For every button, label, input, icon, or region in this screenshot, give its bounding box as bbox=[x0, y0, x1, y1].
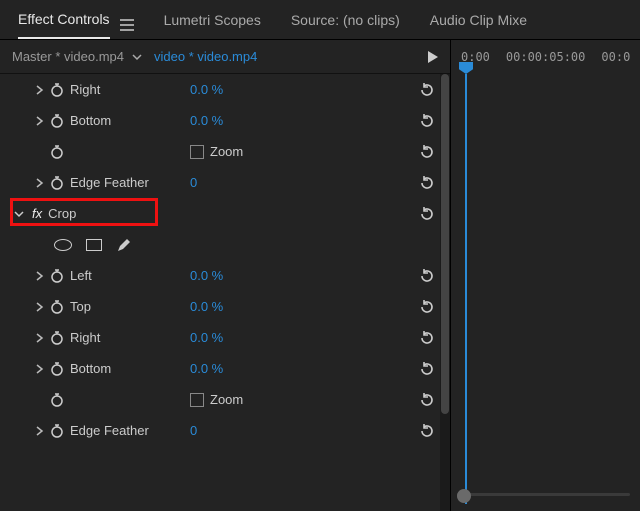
timecode: 00:0 bbox=[601, 50, 630, 64]
reset-icon[interactable] bbox=[418, 143, 436, 161]
stopwatch-icon[interactable] bbox=[48, 113, 66, 129]
prop-label: Right bbox=[70, 330, 190, 345]
reset-icon[interactable] bbox=[418, 391, 436, 409]
stopwatch-icon[interactable] bbox=[48, 144, 66, 160]
stopwatch-icon[interactable] bbox=[48, 361, 66, 377]
prop-row-right: Right 0.0 % bbox=[0, 74, 450, 105]
chevron-right-icon[interactable] bbox=[36, 426, 48, 436]
prop-label: Zoom bbox=[210, 392, 243, 407]
property-list: Right 0.0 % Bottom 0.0 % bbox=[0, 74, 450, 446]
chevron-right-icon[interactable] bbox=[36, 302, 48, 312]
timecode: 0:00 bbox=[461, 50, 490, 64]
prop-label: Bottom bbox=[70, 113, 190, 128]
clip-header: Master * video.mp4 video * video.mp4 bbox=[0, 40, 450, 74]
panel-menu-icon[interactable] bbox=[120, 9, 134, 31]
prop-row-crop-edge-feather: Edge Feather 0 bbox=[0, 415, 450, 446]
pen-mask-icon[interactable] bbox=[116, 237, 132, 253]
zoom-checkbox[interactable] bbox=[190, 145, 204, 159]
scrollbar-thumb[interactable] bbox=[457, 489, 471, 503]
stopwatch-icon[interactable] bbox=[48, 423, 66, 439]
prop-value[interactable]: 0.0 % bbox=[190, 330, 223, 345]
chevron-down-icon[interactable] bbox=[132, 52, 142, 62]
prop-value[interactable]: 0.0 % bbox=[190, 268, 223, 283]
prop-label: Edge Feather bbox=[70, 175, 190, 190]
zoom-checkbox[interactable] bbox=[190, 393, 204, 407]
master-clip-name: Master * video.mp4 bbox=[12, 49, 124, 64]
keyframe-timeline[interactable]: 0:00 00:00:05:00 00:0 bbox=[450, 40, 640, 511]
prop-row-edge-feather: Edge Feather 0 bbox=[0, 167, 450, 198]
effect-header-crop[interactable]: fx Crop bbox=[0, 198, 450, 229]
reset-icon[interactable] bbox=[418, 422, 436, 440]
chevron-right-icon[interactable] bbox=[36, 85, 48, 95]
reset-icon[interactable] bbox=[418, 205, 436, 223]
prop-row-crop-top: Top 0.0 % bbox=[0, 291, 450, 322]
prop-value[interactable]: 0.0 % bbox=[190, 299, 223, 314]
prop-row-bottom: Bottom 0.0 % bbox=[0, 105, 450, 136]
prop-value[interactable]: 0 bbox=[190, 175, 197, 190]
ellipse-mask-icon[interactable] bbox=[54, 239, 72, 251]
time-ruler[interactable]: 0:00 00:00:05:00 00:0 bbox=[451, 40, 640, 74]
scrollbar-thumb[interactable] bbox=[441, 74, 449, 414]
chevron-right-icon[interactable] bbox=[36, 116, 48, 126]
reset-icon[interactable] bbox=[418, 267, 436, 285]
prop-value[interactable]: 0.0 % bbox=[190, 82, 223, 97]
playhead-line[interactable] bbox=[465, 74, 467, 504]
prop-label: Top bbox=[70, 299, 190, 314]
prop-row-zoom: Zoom bbox=[0, 136, 450, 167]
panel-scrollbar-vertical[interactable] bbox=[440, 74, 450, 511]
play-icon[interactable] bbox=[428, 51, 438, 63]
prop-row-crop-bottom: Bottom 0.0 % bbox=[0, 353, 450, 384]
prop-label: Left bbox=[70, 268, 190, 283]
chevron-right-icon[interactable] bbox=[36, 271, 48, 281]
prop-label: Edge Feather bbox=[70, 423, 190, 438]
tab-source[interactable]: Source: (no clips) bbox=[291, 2, 400, 38]
reset-icon[interactable] bbox=[418, 298, 436, 316]
mask-tools-row bbox=[0, 229, 450, 260]
effect-title: Crop bbox=[48, 206, 76, 221]
tab-effect-controls[interactable]: Effect Controls bbox=[18, 1, 110, 39]
prop-label: Zoom bbox=[210, 144, 243, 159]
stopwatch-icon[interactable] bbox=[48, 82, 66, 98]
prop-value[interactable]: 0 bbox=[190, 423, 197, 438]
prop-value[interactable]: 0.0 % bbox=[190, 113, 223, 128]
reset-icon[interactable] bbox=[418, 360, 436, 378]
effect-controls-panel: Master * video.mp4 video * video.mp4 Rig… bbox=[0, 40, 450, 511]
tab-audio-clip-mixer[interactable]: Audio Clip Mixe bbox=[430, 2, 527, 38]
stopwatch-icon[interactable] bbox=[48, 268, 66, 284]
stopwatch-icon[interactable] bbox=[48, 392, 66, 408]
prop-row-crop-right: Right 0.0 % bbox=[0, 322, 450, 353]
prop-row-crop-left: Left 0.0 % bbox=[0, 260, 450, 291]
sequence-clip-name[interactable]: video * video.mp4 bbox=[154, 49, 257, 64]
prop-label: Bottom bbox=[70, 361, 190, 376]
reset-icon[interactable] bbox=[418, 329, 436, 347]
panel-tabbar: Effect Controls Lumetri Scopes Source: (… bbox=[0, 0, 640, 40]
prop-row-crop-zoom: Zoom bbox=[0, 384, 450, 415]
fx-badge-icon[interactable]: fx bbox=[32, 206, 42, 221]
stopwatch-icon[interactable] bbox=[48, 330, 66, 346]
tab-lumetri-scopes[interactable]: Lumetri Scopes bbox=[164, 2, 261, 38]
prop-label: Right bbox=[70, 82, 190, 97]
chevron-down-icon[interactable] bbox=[14, 209, 26, 219]
reset-icon[interactable] bbox=[418, 174, 436, 192]
chevron-right-icon[interactable] bbox=[36, 364, 48, 374]
reset-icon[interactable] bbox=[418, 112, 436, 130]
reset-icon[interactable] bbox=[418, 81, 436, 99]
timecode: 00:00:05:00 bbox=[506, 50, 585, 64]
chevron-right-icon[interactable] bbox=[36, 333, 48, 343]
timeline-zoom-scrollbar[interactable] bbox=[457, 489, 630, 499]
chevron-right-icon[interactable] bbox=[36, 178, 48, 188]
rectangle-mask-icon[interactable] bbox=[86, 239, 102, 251]
stopwatch-icon[interactable] bbox=[48, 299, 66, 315]
prop-value[interactable]: 0.0 % bbox=[190, 361, 223, 376]
stopwatch-icon[interactable] bbox=[48, 175, 66, 191]
